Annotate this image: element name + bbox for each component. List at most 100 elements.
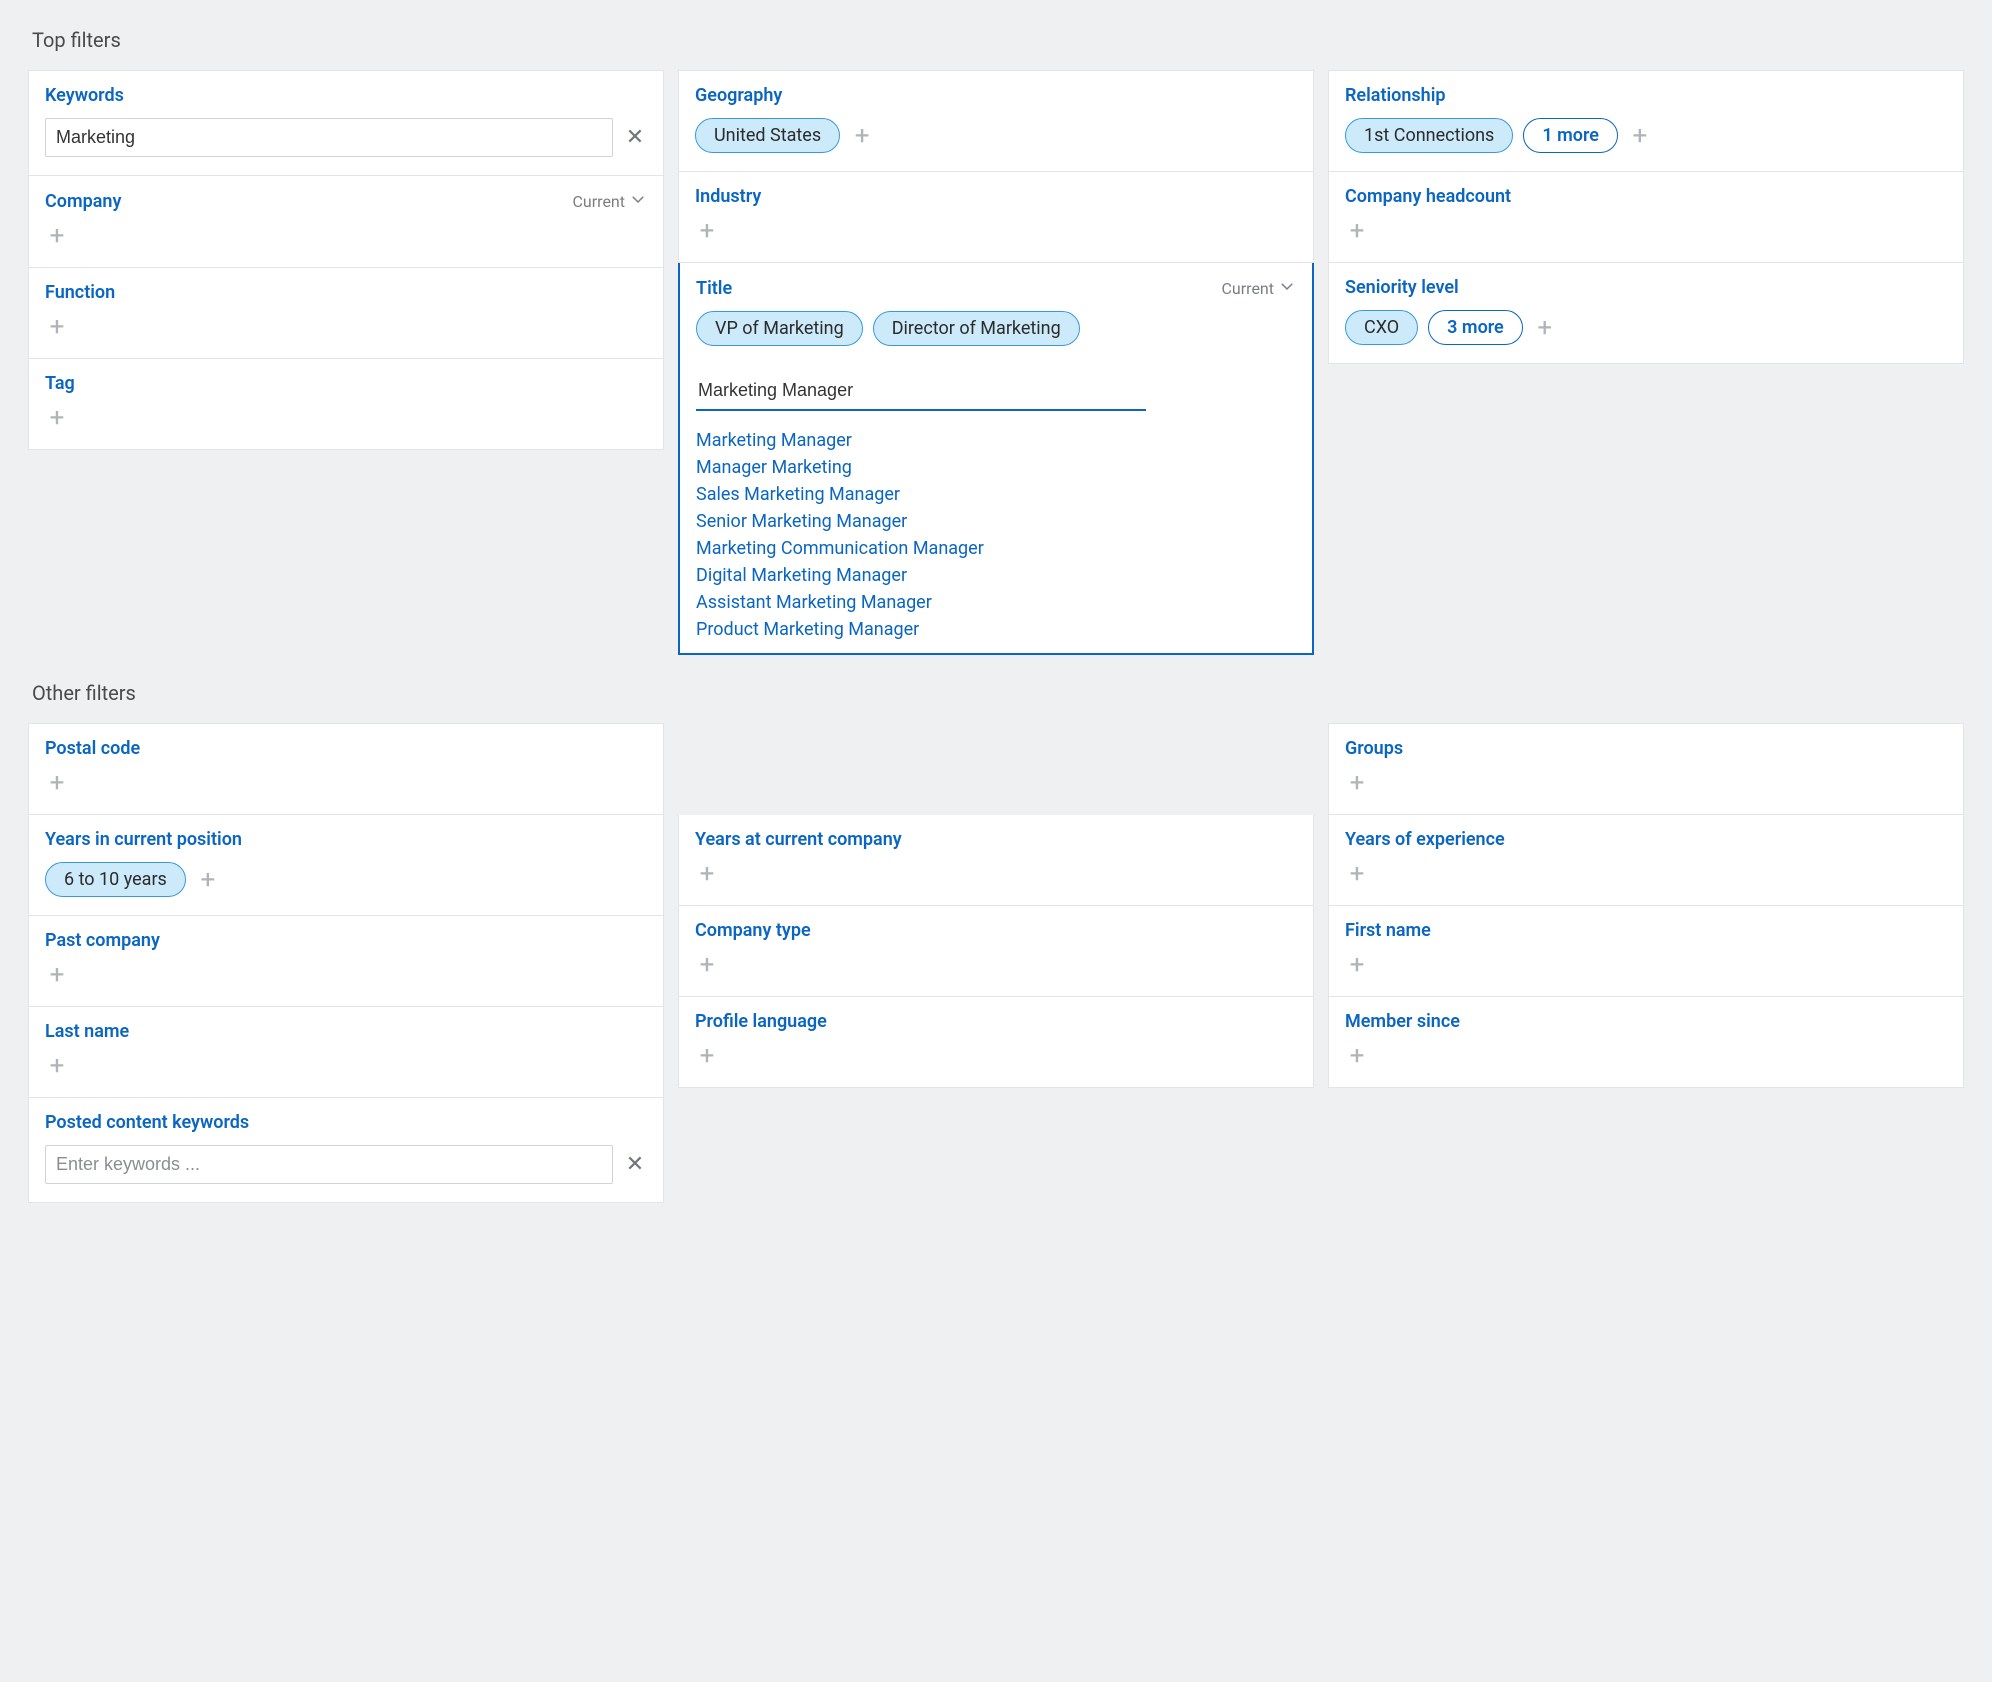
filter-tag: Tag + <box>28 359 664 450</box>
filter-relationship: Relationship 1st Connections 1 more + <box>1328 70 1964 172</box>
filter-keywords-title: Keywords <box>45 85 124 106</box>
filter-years-of-experience: Years of experience + <box>1328 815 1964 906</box>
filter-company: Company Current + <box>28 176 664 268</box>
filter-past-company-title: Past company <box>45 930 160 951</box>
top-filters-grid: Keywords ✕ Company Current + Function + <box>28 70 1964 655</box>
title-suggestion[interactable]: Marketing Communication Manager <box>696 535 1296 562</box>
relationship-add-icon[interactable]: + <box>1628 124 1652 148</box>
filter-function: Function + <box>28 268 664 359</box>
title-search-input[interactable] <box>696 374 1146 411</box>
seniority-add-icon[interactable]: + <box>1533 316 1557 340</box>
title-suggestion[interactable]: Assistant Marketing Manager <box>696 589 1296 616</box>
geography-chip[interactable]: United States <box>695 118 840 153</box>
filter-geography: Geography United States + <box>678 70 1314 172</box>
other-col-3: Groups + Years of experience + First nam… <box>1328 723 1964 1088</box>
company-scope-label: Current <box>573 192 625 211</box>
filter-years-at-current-company-visible: Years at current company + <box>678 815 1314 906</box>
filter-profile-language-title: Profile language <box>695 1011 827 1032</box>
years-current-position-chip[interactable]: 6 to 10 years <box>45 862 186 897</box>
last-name-add-icon[interactable]: + <box>45 1054 69 1078</box>
filter-last-name-title: Last name <box>45 1021 129 1042</box>
filter-industry: Industry + <box>678 172 1314 263</box>
filter-relationship-title: Relationship <box>1345 85 1446 106</box>
title-suggestion[interactable]: Product Marketing Manager <box>696 616 1296 643</box>
filter-seniority-title: Seniority level <box>1345 277 1459 298</box>
relationship-chip[interactable]: 1st Connections <box>1345 118 1513 153</box>
filter-postal-code-title: Postal code <box>45 738 140 759</box>
past-company-add-icon[interactable]: + <box>45 963 69 987</box>
filter-past-company: Past company + <box>28 916 664 1007</box>
posted-content-keywords-clear-icon[interactable]: ✕ <box>623 1152 647 1177</box>
filter-profile-language: Profile language + <box>678 997 1314 1088</box>
industry-add-icon[interactable]: + <box>695 219 719 243</box>
filter-groups-title: Groups <box>1345 738 1403 759</box>
top-col-2: Geography United States + Industry + Tit… <box>678 70 1314 655</box>
title-suggestion[interactable]: Manager Marketing <box>696 454 1296 481</box>
tag-add-icon[interactable]: + <box>45 406 69 430</box>
posted-content-keywords-input[interactable] <box>45 1145 613 1184</box>
company-type-add-icon[interactable]: + <box>695 953 719 977</box>
other-col-2: Years at current company + Years at curr… <box>678 723 1314 1088</box>
member-since-add-icon[interactable]: + <box>1345 1044 1369 1068</box>
title-suggestion[interactable]: Marketing Manager <box>696 427 1296 454</box>
section-title-other-filters: Other filters <box>32 681 1964 705</box>
chevron-down-icon <box>629 190 647 212</box>
company-scope-select[interactable]: Current <box>573 190 647 212</box>
years-at-current-company-add-icon[interactable]: + <box>695 862 719 886</box>
filter-posted-content-keywords-title: Posted content keywords <box>45 1112 249 1133</box>
filter-company-headcount-title: Company headcount <box>1345 186 1511 207</box>
top-col-3: Relationship 1st Connections 1 more + Co… <box>1328 70 1964 364</box>
seniority-chip[interactable]: CXO <box>1345 310 1418 345</box>
filter-postal-code: Postal code + <box>28 723 664 815</box>
filter-industry-title: Industry <box>695 186 761 207</box>
keywords-input[interactable] <box>45 118 613 157</box>
seniority-more-chip[interactable]: 3 more <box>1428 310 1523 345</box>
profile-language-add-icon[interactable]: + <box>695 1044 719 1068</box>
filter-seniority: Seniority level CXO 3 more + <box>1328 263 1964 364</box>
chevron-down-icon <box>1278 277 1296 299</box>
filter-company-title: Company <box>45 191 121 212</box>
other-filters-grid: Postal code + Years in current position … <box>28 723 1964 1203</box>
filter-member-since: Member since + <box>1328 997 1964 1088</box>
filter-title-title: Title <box>696 278 732 299</box>
filter-geography-title: Geography <box>695 85 782 106</box>
title-scope-select[interactable]: Current <box>1222 277 1296 299</box>
first-name-add-icon[interactable]: + <box>1345 953 1369 977</box>
filter-posted-content-keywords: Posted content keywords ✕ <box>28 1098 664 1203</box>
years-current-position-add-icon[interactable]: + <box>196 868 220 892</box>
filter-years-of-experience-title: Years of experience <box>1345 829 1505 850</box>
title-suggestion-list: Marketing Manager Manager Marketing Sale… <box>696 427 1296 643</box>
company-headcount-add-icon[interactable]: + <box>1345 219 1369 243</box>
title-suggestion[interactable]: Digital Marketing Manager <box>696 562 1296 589</box>
title-chip[interactable]: Director of Marketing <box>873 311 1080 346</box>
filter-function-title: Function <box>45 282 115 303</box>
groups-add-icon[interactable]: + <box>1345 771 1369 795</box>
filter-first-name-title: First name <box>1345 920 1431 941</box>
filter-years-at-current-company-title: Years at current company <box>695 829 902 850</box>
title-chip[interactable]: VP of Marketing <box>696 311 863 346</box>
filter-company-type: Company type + <box>678 906 1314 997</box>
title-suggestion[interactable]: Sales Marketing Manager <box>696 481 1296 508</box>
filter-groups: Groups + <box>1328 723 1964 815</box>
keywords-clear-icon[interactable]: ✕ <box>623 125 647 150</box>
section-title-top-filters: Top filters <box>32 28 1964 52</box>
filter-years-current-position-title: Years in current position <box>45 829 242 850</box>
top-col-1: Keywords ✕ Company Current + Function + <box>28 70 664 450</box>
title-scope-label: Current <box>1222 279 1274 298</box>
title-suggestion[interactable]: Senior Marketing Manager <box>696 508 1296 535</box>
geography-add-icon[interactable]: + <box>850 124 874 148</box>
filter-company-type-title: Company type <box>695 920 811 941</box>
years-of-experience-add-icon[interactable]: + <box>1345 862 1369 886</box>
filter-title: Title Current VP of Marketing Director o… <box>678 263 1314 655</box>
filter-member-since-title: Member since <box>1345 1011 1460 1032</box>
filter-first-name: First name + <box>1328 906 1964 997</box>
other-col-1: Postal code + Years in current position … <box>28 723 664 1203</box>
company-add-icon[interactable]: + <box>45 224 69 248</box>
filter-company-headcount: Company headcount + <box>1328 172 1964 263</box>
postal-code-add-icon[interactable]: + <box>45 771 69 795</box>
filter-last-name: Last name + <box>28 1007 664 1098</box>
function-add-icon[interactable]: + <box>45 315 69 339</box>
filter-tag-title: Tag <box>45 373 75 394</box>
relationship-more-chip[interactable]: 1 more <box>1523 118 1618 153</box>
filter-keywords: Keywords ✕ <box>28 70 664 176</box>
